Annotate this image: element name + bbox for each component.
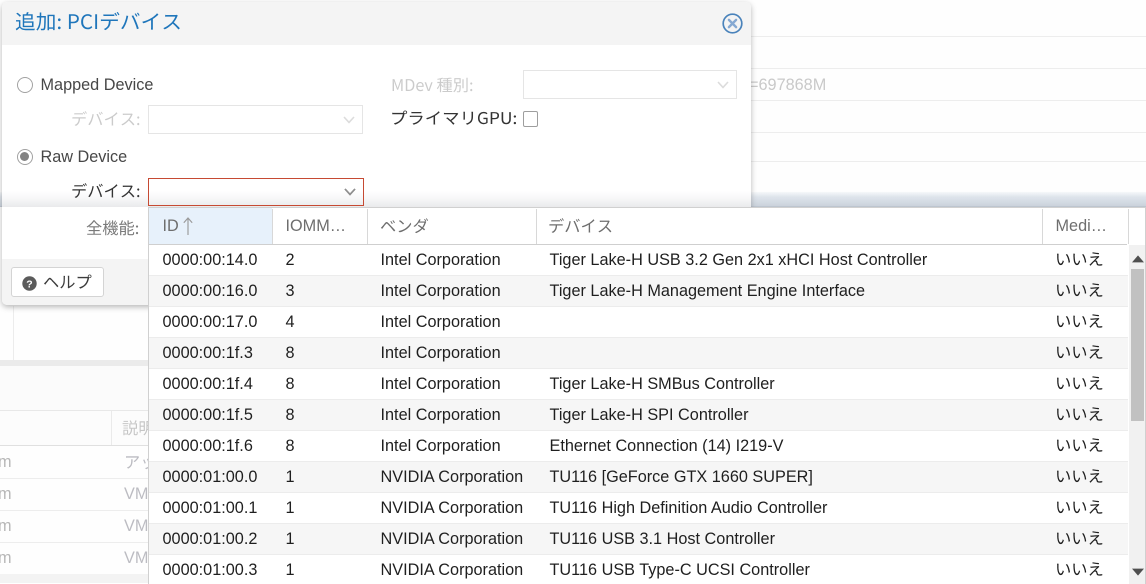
svg-text:?: ?: [26, 278, 32, 290]
